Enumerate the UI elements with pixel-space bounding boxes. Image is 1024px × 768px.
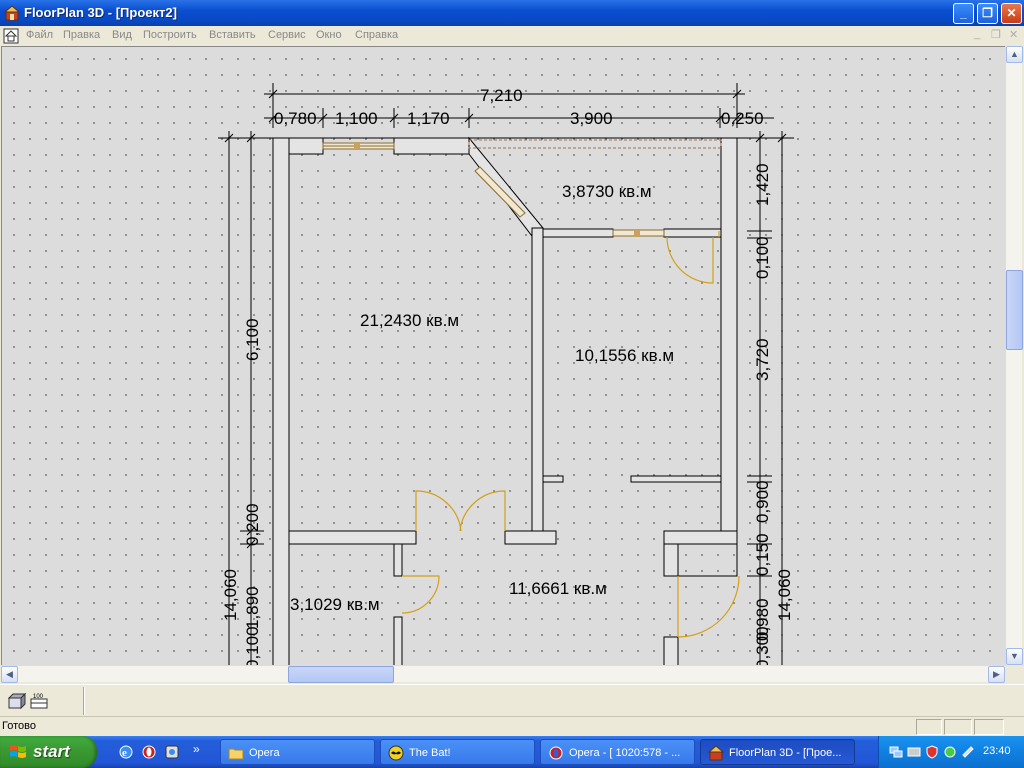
scroll-up-button[interactable]: ▲: [1006, 46, 1023, 63]
thebat-icon: [388, 745, 404, 761]
horizontal-scrollbar[interactable]: ◀ ▶: [1, 665, 1005, 683]
app-house-icon: [4, 5, 20, 21]
window-title: FloorPlan 3D - [Проект2]: [24, 5, 177, 20]
floorplan-drawing[interactable]: 7,210 0,780 1,100 1,170 3,900 0,250 14,0…: [2, 47, 1005, 665]
task-label: Opera - [ 1020:578 - ...: [569, 747, 681, 759]
floorplan-canvas[interactable]: 7,210 0,780 1,100 1,170 3,900 0,250 14,0…: [1, 46, 1005, 665]
dim-left-small: 0,200: [243, 503, 262, 546]
toolbar-separator: [83, 687, 85, 715]
document-house-icon[interactable]: [3, 28, 19, 44]
dim-top-seg-4: 3,900: [570, 109, 613, 128]
svg-text:100: 100: [33, 694, 44, 700]
scroll-left-button[interactable]: ◀: [1, 666, 18, 683]
menu-bar: Файл Правка Вид Построить Вставить Серви…: [0, 26, 1024, 46]
task-opera[interactable]: Opera: [220, 739, 375, 765]
task-label: Opera: [249, 747, 280, 759]
menu-insert[interactable]: Вставить: [209, 29, 256, 41]
dim-left-outer: 14,060: [221, 569, 240, 621]
system-tray: 23:40: [878, 736, 1024, 768]
area-label-room-d: 3,1029 кв.м: [290, 595, 380, 614]
taskbar: start e » Opera The Bat! Opera - [ 1020:…: [0, 736, 1024, 768]
dim-left-inner: 6,100: [243, 318, 262, 361]
menu-view[interactable]: Вид: [112, 29, 132, 41]
task-label: FloorPlan 3D - [Прое...: [729, 747, 842, 759]
dim-left-lower2: 0,100: [243, 626, 262, 665]
mdi-minimize-button[interactable]: _: [974, 28, 980, 40]
status-panel-3: [974, 719, 1004, 735]
ie-quicklaunch-icon[interactable]: e: [118, 744, 134, 760]
3d-view-icon[interactable]: [6, 691, 26, 711]
start-label: start: [33, 742, 70, 761]
vertical-scrollbar[interactable]: ▲ ▼: [1005, 46, 1023, 665]
quicklaunch-expand-icon[interactable]: »: [193, 742, 200, 756]
area-label-room-c: 10,1556 кв.м: [575, 346, 674, 365]
walls: [272, 136, 738, 665]
task-opera-window[interactable]: Opera - [ 1020:578 - ...: [540, 739, 695, 765]
floorplan-house-icon: [708, 745, 724, 761]
clock: 23:40: [983, 745, 1011, 757]
menu-service[interactable]: Сервис: [268, 29, 306, 41]
network-icon[interactable]: [889, 745, 903, 759]
menu-build[interactable]: Построить: [143, 29, 197, 41]
area-label-room-b: 21,2430 кв.м: [360, 311, 459, 330]
horizontal-scroll-thumb[interactable]: [288, 666, 394, 683]
restore-button[interactable]: ❐: [977, 3, 998, 24]
shield-icon[interactable]: [925, 745, 939, 759]
dim-right-5: 0,150: [753, 533, 772, 576]
minimize-button[interactable]: _: [953, 3, 974, 24]
dim-top-seg-5: 0,250: [721, 109, 764, 128]
status-panel-2: [944, 719, 972, 735]
usb-device-icon[interactable]: [961, 745, 975, 759]
menu-file[interactable]: Файл: [26, 29, 53, 41]
area-measure-icon[interactable]: 100: [29, 691, 49, 711]
area-label-room-e: 11,6661 кв.м: [509, 579, 607, 598]
folder-icon: [228, 748, 244, 760]
status-panel-1: [916, 719, 942, 735]
dim-top-seg-2: 1,100: [335, 109, 378, 128]
status-bar: Готово: [0, 716, 1024, 736]
mdi-restore-button[interactable]: ❐: [991, 28, 1001, 41]
dim-left-lower: 1,890: [243, 586, 262, 629]
dim-right-2: 0,100: [753, 236, 772, 279]
dim-top-seg-3: 1,170: [407, 109, 450, 128]
dim-top-total: 7,210: [480, 86, 523, 105]
opera-icon: [549, 746, 563, 760]
scroll-corner: [1005, 665, 1022, 682]
task-floorplan[interactable]: FloorPlan 3D - [Прое...: [700, 739, 855, 765]
task-thebat[interactable]: The Bat!: [380, 739, 535, 765]
sync-icon[interactable]: [943, 745, 957, 759]
dim-top-seg-1: 0,780: [274, 109, 317, 128]
svg-text:e: e: [122, 747, 127, 759]
close-button[interactable]: ✕: [1001, 3, 1022, 24]
scroll-right-button[interactable]: ▶: [988, 666, 1005, 683]
windows-flag-icon: [10, 745, 26, 758]
menu-edit[interactable]: Правка: [63, 29, 100, 41]
dim-right-4: 0,900: [753, 480, 772, 523]
bottom-toolbar: 100: [0, 684, 1024, 716]
scroll-down-button[interactable]: ▼: [1006, 648, 1023, 665]
connection-icon[interactable]: [907, 745, 921, 759]
menu-window[interactable]: Окно: [316, 29, 342, 41]
dim-right-7: 0,300: [753, 626, 772, 665]
dim-right-3: 3,720: [753, 338, 772, 381]
task-label: The Bat!: [409, 747, 451, 759]
mdi-close-button[interactable]: ✕: [1009, 28, 1018, 41]
status-text: Готово: [2, 720, 36, 732]
dim-right-1: 1,420: [753, 163, 772, 206]
start-button[interactable]: start: [0, 736, 97, 768]
area-label-room-a: 3,8730 кв.м: [562, 182, 652, 201]
title-bar: FloorPlan 3D - [Проект2] _ ❐ ✕: [0, 0, 1024, 26]
vertical-scroll-thumb[interactable]: [1006, 270, 1023, 350]
menu-help[interactable]: Справка: [355, 29, 398, 41]
opera-quicklaunch-icon[interactable]: [141, 744, 157, 760]
dim-right-outer: 14,060: [775, 569, 794, 621]
app-quicklaunch-icon[interactable]: [164, 744, 180, 760]
